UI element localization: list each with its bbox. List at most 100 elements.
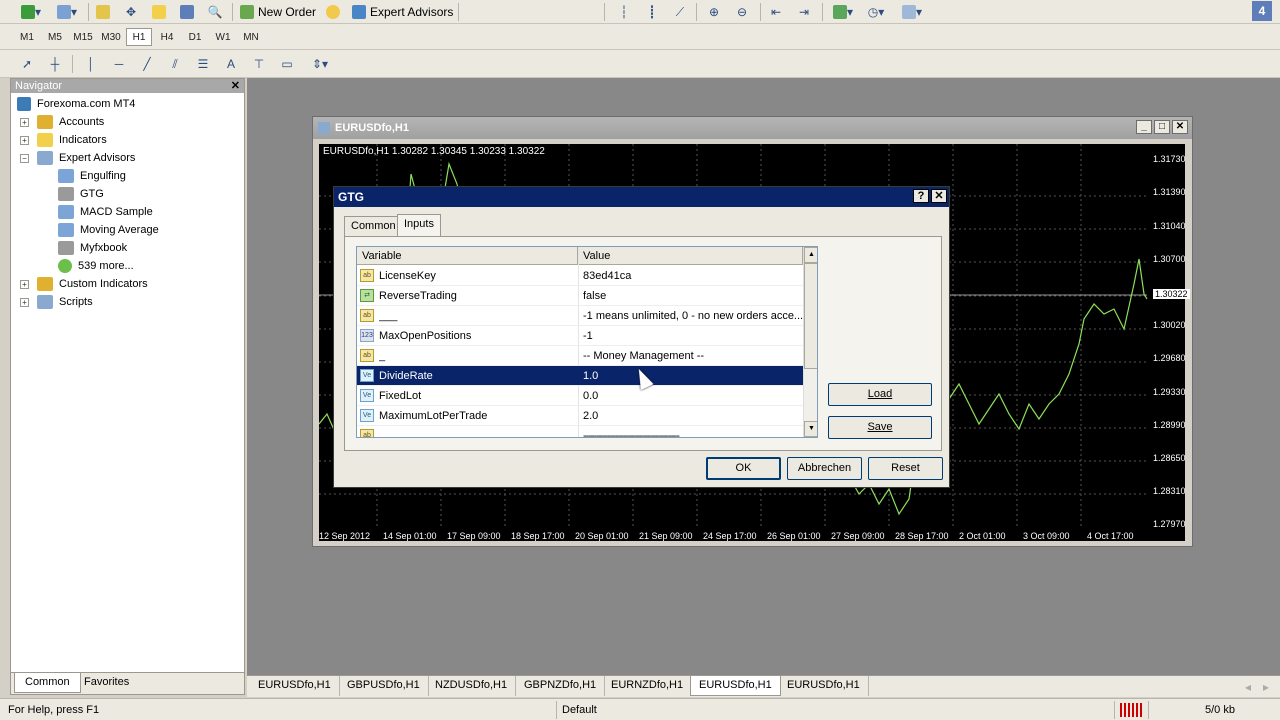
tabs-scroll-left-icon[interactable]: ◂ [1241,677,1255,697]
auto-scroll-icon[interactable]: ⇤ [766,2,786,22]
zoom-in-icon[interactable]: ⊕ [704,2,724,22]
new-order-button[interactable]: New Order [240,3,316,21]
window-tab[interactable]: EURNZDfo,H1 [603,676,693,696]
window-tab[interactable]: EURUSDfo,H1 [779,676,869,696]
terminal-icon[interactable] [178,2,196,22]
table-row[interactable]: ⇄ ReverseTrading false [357,286,803,306]
tree-item-indicators[interactable]: Indicators [37,131,107,149]
tree-item-accounts[interactable]: Accounts [37,113,104,131]
chart-window-titlebar[interactable]: EURUSDfo,H1 _ □ ✕ [313,117,1192,139]
tree-item-moving-average[interactable]: Moving Average [58,221,159,239]
timeframe-mn[interactable]: MN [238,28,264,46]
profiles-icon[interactable]: ▾ [52,2,82,22]
load-button[interactable]: Load [828,383,932,406]
expand-custom-indicators-icon[interactable]: + [20,280,29,289]
cancel-button[interactable]: Abbrechen [787,457,862,480]
horizontal-line-icon[interactable]: ─ [110,54,128,74]
ok-button[interactable]: OK [706,457,781,480]
table-row[interactable]: Ve FixedLot 0.0 [357,386,803,406]
close-icon[interactable]: ✕ [1172,120,1188,134]
timeframe-h4[interactable]: H4 [154,28,180,46]
new-chart-icon[interactable]: ▾ [18,2,44,22]
templates-icon[interactable]: ▾ [898,2,926,22]
timeframe-d1[interactable]: D1 [182,28,208,46]
row-value[interactable]: -1 means unlimited, 0 - no new orders ac… [583,306,803,326]
timeframe-m30[interactable]: M30 [98,28,124,46]
dialog-close-icon[interactable]: ✕ [931,189,947,203]
table-row[interactable]: Ve MaximumLotPerTrade 2.0 [357,406,803,426]
maximize-icon[interactable]: □ [1154,120,1170,134]
corner-badge[interactable]: 4 [1252,1,1272,21]
scroll-thumb[interactable] [804,263,817,369]
expand-indicators-icon[interactable]: + [20,136,29,145]
tree-item-macd-sample[interactable]: MACD Sample [58,203,153,221]
tree-item-expert-advisors[interactable]: Expert Advisors [37,149,135,167]
column-value[interactable]: Value [578,247,803,265]
navigator-icon[interactable] [150,2,168,22]
vertical-line-icon[interactable]: │ [82,54,100,74]
line-chart-icon[interactable]: ⟋ [670,2,690,22]
tree-item-gtg[interactable]: GTG [58,185,104,203]
timeframe-m15[interactable]: M15 [70,28,96,46]
minimize-icon[interactable]: _ [1136,120,1152,134]
window-tab[interactable]: EURUSDfo,H1 [250,676,340,696]
row-value[interactable]: 0.0 [583,386,803,406]
chart-shift-icon[interactable]: ⇥ [794,2,814,22]
metaeditor-icon[interactable] [324,2,342,22]
row-value[interactable]: -1 [583,326,803,346]
tab-inputs[interactable]: Inputs [397,214,441,237]
table-row-selected[interactable]: Ve DivideRate 1.0 [357,366,803,386]
save-button[interactable]: Save [828,416,932,439]
text-icon[interactable]: A [222,54,240,74]
timeframe-m1[interactable]: M1 [14,28,40,46]
reset-button[interactable]: Reset [868,457,943,480]
cursor-icon[interactable]: ➚ [18,54,36,74]
tree-item-myfxbook[interactable]: Myfxbook [58,239,127,257]
row-value[interactable]: ------------------------------------ [583,426,803,437]
tree-item-custom-indicators[interactable]: Custom Indicators [37,275,148,293]
periods-clock-icon[interactable]: ◷▾ [862,2,890,22]
tree-root[interactable]: Forexoma.com MT4 [17,95,135,113]
data-window-icon[interactable]: ✥ [122,2,140,22]
expand-scripts-icon[interactable]: + [20,298,29,307]
market-watch-icon[interactable] [94,2,112,22]
expert-advisors-button[interactable]: Expert Advisors [352,3,453,21]
tab-common[interactable]: Common [14,673,81,693]
tree-item-engulfing[interactable]: Engulfing [58,167,126,185]
table-row[interactable]: ab LicenseKey 83ed41ca [357,266,803,286]
help-icon[interactable]: ? [913,189,929,203]
tab-favorites[interactable]: Favorites [74,673,139,693]
fibonacci-icon[interactable]: ☰ [194,54,212,74]
row-value[interactable]: -- Money Management -- [583,346,803,366]
tester-icon[interactable]: 🔍 [206,2,224,22]
tab-common[interactable]: Common [344,216,403,236]
row-value[interactable]: false [583,286,803,306]
arrows-menu-icon[interactable]: ⇕▾ [306,54,334,74]
table-row[interactable]: ab ------------------------------------ [357,426,803,437]
trendline-icon[interactable]: ╱ [138,54,156,74]
scroll-up-icon[interactable]: ▲ [804,247,817,263]
window-tab[interactable]: GBPUSDfo,H1 [339,676,429,696]
bar-chart-icon[interactable]: ┆ [614,2,634,22]
timeframe-h1[interactable]: H1 [126,28,152,46]
expand-accounts-icon[interactable]: + [20,118,29,127]
text-label-icon[interactable]: ⊤ [250,54,268,74]
rectangle-icon[interactable]: ▭ [278,54,296,74]
tabs-scroll-right-icon[interactable]: ▸ [1259,677,1273,697]
crosshair-icon[interactable]: ┼ [46,54,64,74]
tree-item-more[interactable]: 539 more... [58,257,134,275]
row-value[interactable]: 1.0 [583,366,803,386]
table-scrollbar[interactable]: ▲ ▼ [803,247,817,437]
scroll-down-icon[interactable]: ▼ [804,421,817,437]
window-tab[interactable]: NZDUSDfo,H1 [427,676,517,696]
zoom-out-icon[interactable]: ⊖ [732,2,752,22]
column-variable[interactable]: Variable [357,247,578,265]
dialog-titlebar[interactable]: GTG ? ✕ [334,187,949,207]
table-row[interactable]: ab ___ -1 means unlimited, 0 - no new or… [357,306,803,326]
table-row[interactable]: 123 MaxOpenPositions -1 [357,326,803,346]
table-row[interactable]: ab _ -- Money Management -- [357,346,803,366]
candlesticks-icon[interactable]: ┋ [642,2,662,22]
timeframe-w1[interactable]: W1 [210,28,236,46]
collapse-expert-advisors-icon[interactable]: − [20,154,29,163]
timeframe-m5[interactable]: M5 [42,28,68,46]
